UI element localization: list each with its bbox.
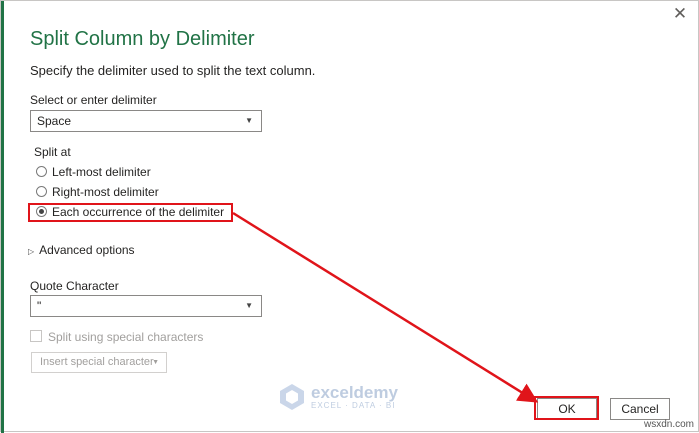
split-column-dialog: ✕ Split Column by Delimiter Specify the … — [0, 0, 699, 433]
footer-url: wsxdn.com — [643, 419, 694, 430]
annotation-arrow — [232, 211, 539, 403]
